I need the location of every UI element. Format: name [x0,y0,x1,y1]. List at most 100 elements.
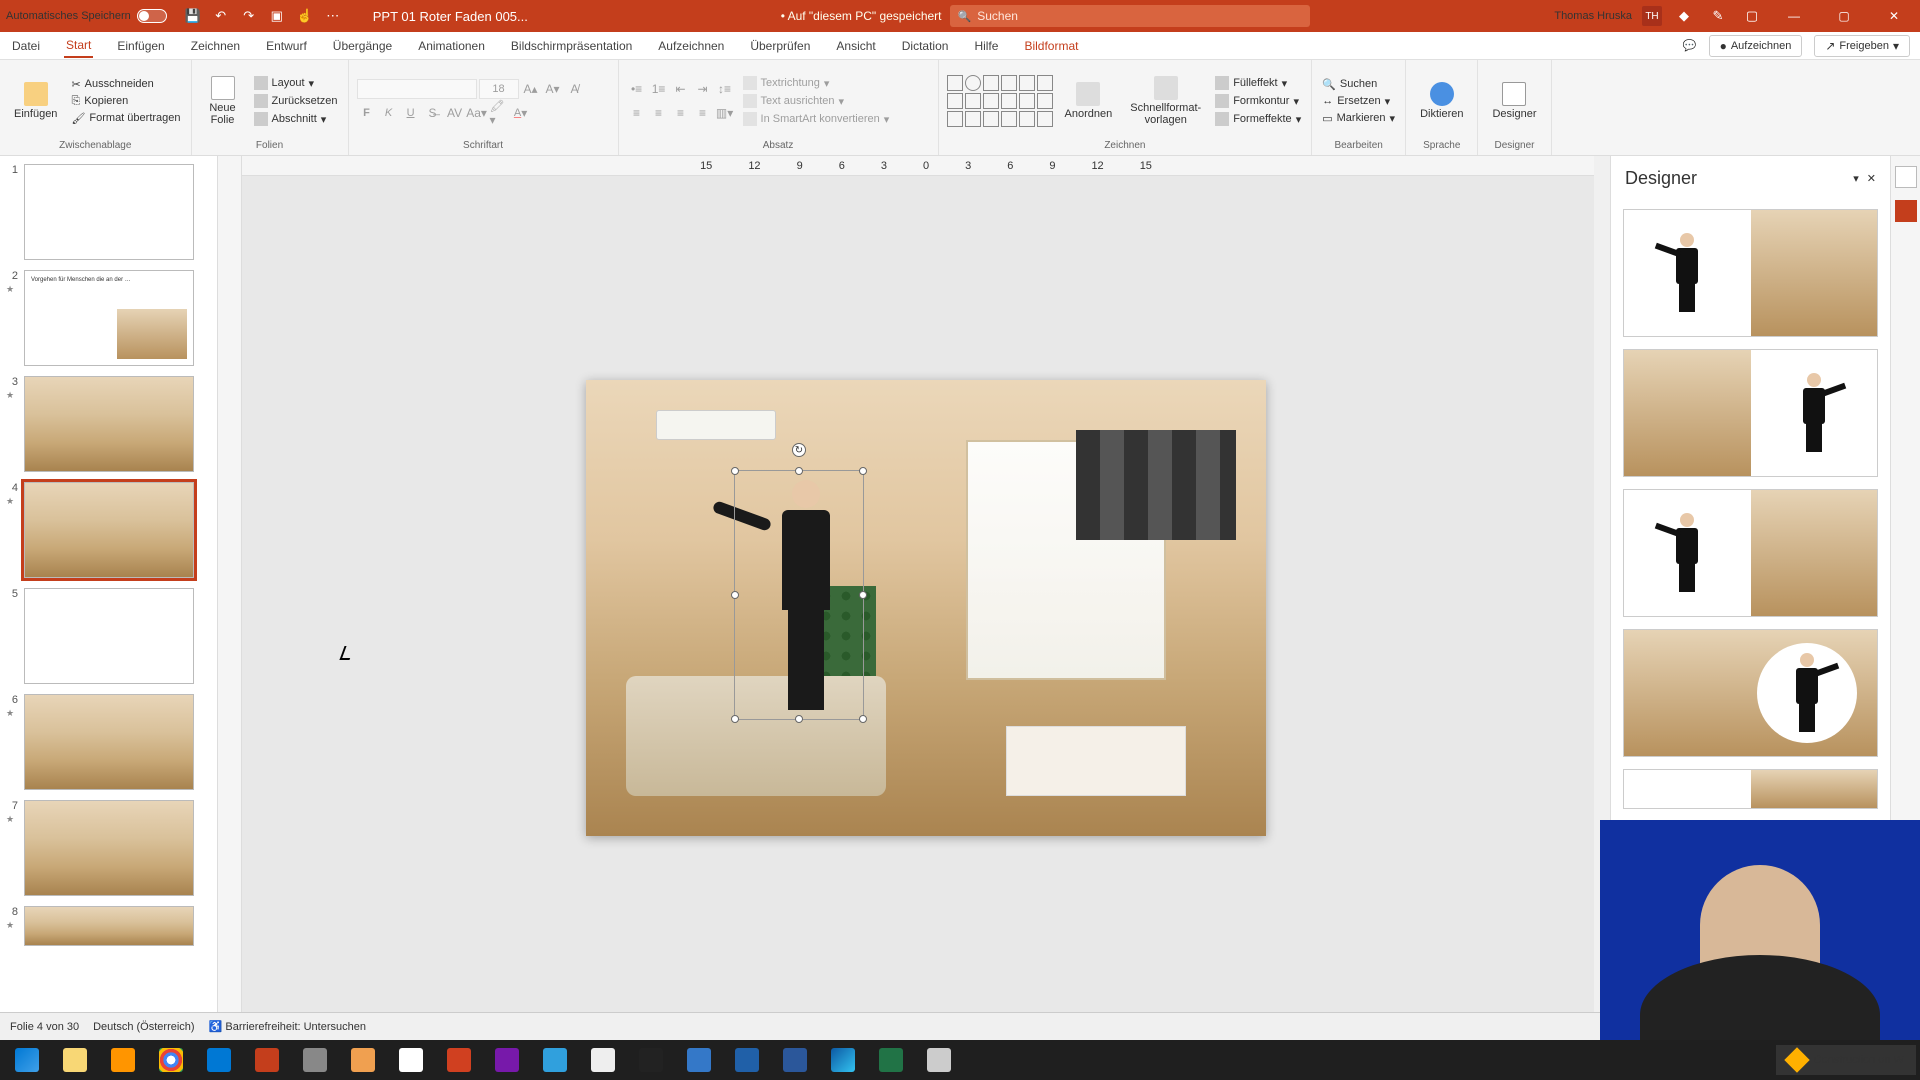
increase-font-icon[interactable]: A▴ [521,79,541,99]
selection-box[interactable] [734,470,864,720]
text-direction-button[interactable]: Textrichtung ▾ [741,75,892,91]
decrease-font-icon[interactable]: A▾ [543,79,563,99]
slide-thumb-1[interactable] [24,164,194,260]
start-button[interactable] [4,1040,50,1080]
reset-button[interactable]: Zurücksetzen [252,93,340,109]
indent-inc-icon[interactable]: ⇥ [693,79,713,99]
slide-thumb-6[interactable] [24,694,194,790]
smartart-button[interactable]: In SmartArt konvertieren ▾ [741,111,892,127]
undo-icon[interactable]: ↶ [209,4,233,28]
shape-fill-button[interactable]: Fülleffekt ▾ [1213,75,1303,91]
explorer-icon[interactable] [52,1040,98,1080]
tab-ueberpruefen[interactable]: Überprüfen [748,35,812,57]
app-icon[interactable] [916,1040,962,1080]
pen-icon[interactable]: ✎ [1706,4,1730,28]
design-suggestion-3[interactable] [1623,489,1878,617]
telegram-icon[interactable] [532,1040,578,1080]
underline-button[interactable]: U [401,103,421,123]
layout-button[interactable]: Layout ▾ [252,75,340,91]
user-avatar[interactable]: TH [1642,6,1662,26]
save-icon[interactable]: 💾 [181,4,205,28]
resize-handle[interactable] [731,591,739,599]
app-icon[interactable] [388,1040,434,1080]
shape-outline-button[interactable]: Formkontur ▾ [1213,93,1303,109]
shape-effects-button[interactable]: Formeffekte ▾ [1213,111,1303,127]
powerpoint-icon[interactable] [244,1040,290,1080]
resize-handle[interactable] [731,467,739,475]
close-icon[interactable]: ✕ [1867,172,1876,185]
record-button[interactable]: ● Aufzeichnen [1709,35,1803,57]
rail-designer-icon[interactable] [1895,200,1917,222]
slide-thumb-8[interactable] [24,906,194,946]
design-suggestion-1[interactable] [1623,209,1878,337]
highlight-button[interactable]: 🖍▾ [489,103,509,123]
slide-canvas[interactable] [586,380,1266,836]
close-button[interactable]: ✕ [1874,0,1914,32]
windows-taskbar[interactable]: Construction on W [0,1040,1920,1080]
paste-button[interactable]: Einfügen [8,80,63,122]
copy-button[interactable]: ⎘Kopieren [69,94,182,109]
excel-icon[interactable] [868,1040,914,1080]
font-color-button[interactable]: A▾ [511,103,531,123]
slide-thumb-3[interactable] [24,376,194,472]
tab-animationen[interactable]: Animationen [416,35,487,57]
columns-icon[interactable]: ▥▾ [715,103,735,123]
align-center-icon[interactable]: ≡ [649,103,669,123]
resize-handle[interactable] [859,467,867,475]
case-button[interactable]: Aa▾ [467,103,487,123]
obs-icon[interactable] [628,1040,674,1080]
user-name[interactable]: Thomas Hruska [1554,10,1632,22]
maximize-button[interactable]: ▢ [1824,0,1864,32]
select-button[interactable]: ▭Markieren ▾ [1320,111,1397,126]
present-icon[interactable]: ▣ [265,4,289,28]
onenote-icon[interactable] [484,1040,530,1080]
rail-button-1[interactable] [1895,166,1917,188]
app-icon[interactable] [292,1040,338,1080]
bullets-icon[interactable]: •≡ [627,79,647,99]
redo-icon[interactable]: ↷ [237,4,261,28]
tab-hilfe[interactable]: Hilfe [972,35,1000,57]
resize-handle[interactable] [731,715,739,723]
numbering-icon[interactable]: 1≡ [649,79,669,99]
replace-button[interactable]: ↔Ersetzen ▾ [1320,94,1397,109]
tab-einfuegen[interactable]: Einfügen [115,35,166,57]
edge-icon[interactable] [820,1040,866,1080]
language-status[interactable]: Deutsch (Österreich) [93,1021,194,1033]
tab-bildschirm[interactable]: Bildschirmpräsentation [509,35,634,57]
shapes-gallery[interactable] [947,75,1053,127]
tab-zeichnen[interactable]: Zeichnen [189,35,242,57]
app-icon[interactable] [436,1040,482,1080]
arrange-button[interactable]: Anordnen [1059,80,1119,122]
vlc-icon[interactable] [340,1040,386,1080]
minimize-button[interactable]: ― [1774,0,1814,32]
tab-datei[interactable]: Datei [10,35,42,57]
slide-thumbnail-panel[interactable]: 1 2★Vorgehen für Menschen die an der … 3… [0,156,218,1040]
search-box[interactable]: 🔍 [950,5,1310,27]
designer-button[interactable]: Designer [1486,80,1542,122]
comments-icon[interactable]: 💬 [1683,39,1697,52]
tab-uebergaenge[interactable]: Übergänge [331,35,394,57]
tab-aufzeichnen[interactable]: Aufzeichnen [656,35,726,57]
strike-button[interactable]: S̶ [423,103,443,123]
dictate-button[interactable]: Diktieren [1414,80,1469,122]
design-suggestion-5[interactable] [1623,769,1878,809]
taskbar-notification[interactable]: Construction on W [1776,1045,1916,1075]
line-spacing-icon[interactable]: ↕≡ [715,79,735,99]
autosave-toggle[interactable] [137,9,167,23]
save-status[interactable]: • Auf "diesem PC" gespeichert [781,9,942,23]
find-button[interactable]: 🔍Suchen [1320,77,1397,92]
tab-start[interactable]: Start [64,34,93,58]
coming-soon-icon[interactable]: ◆ [1672,4,1696,28]
firefox-icon[interactable] [100,1040,146,1080]
slide-thumb-7[interactable] [24,800,194,896]
camtasia-icon[interactable] [676,1040,722,1080]
resize-handle[interactable] [859,591,867,599]
tab-entwurf[interactable]: Entwurf [264,35,309,57]
resize-handle[interactable] [795,467,803,475]
slide-thumb-4[interactable] [24,482,194,578]
clear-format-icon[interactable]: A̸ [565,79,585,99]
quick-styles-button[interactable]: Schnellformat- vorlagen [1124,74,1207,128]
tab-ansicht[interactable]: Ansicht [834,35,877,57]
touch-icon[interactable]: ☝ [293,4,317,28]
justify-icon[interactable]: ≡ [693,103,713,123]
